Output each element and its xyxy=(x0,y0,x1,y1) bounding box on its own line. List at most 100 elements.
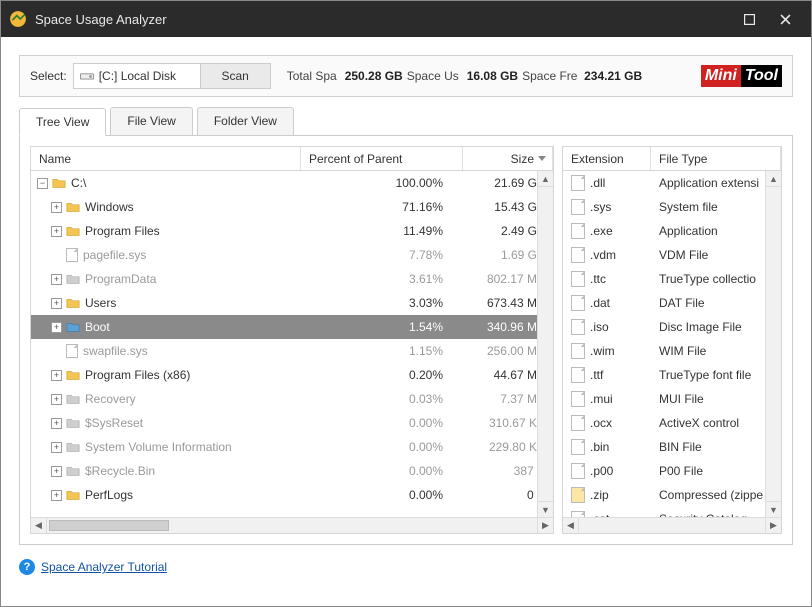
tree-row[interactable]: +Program Files11.49%2.49 GB xyxy=(31,219,553,243)
expander-icon[interactable]: + xyxy=(51,490,62,501)
ext-name: .vdm xyxy=(590,248,616,262)
scroll-down-icon[interactable]: ▼ xyxy=(538,501,553,517)
ext-vscroll[interactable]: ▲▼ xyxy=(765,171,781,517)
scroll-down-icon[interactable]: ▼ xyxy=(766,501,781,517)
tree-rows: −C:\100.00%21.69 GB+Windows71.16%15.43 G… xyxy=(31,171,553,517)
scroll-left-icon[interactable]: ◀ xyxy=(563,518,579,533)
tree-row[interactable]: pagefile.sys7.78%1.69 GB xyxy=(31,243,553,267)
tree-row[interactable]: +PerfLogs0.00%0 B xyxy=(31,483,553,507)
scan-button[interactable]: Scan xyxy=(201,63,271,89)
close-button[interactable] xyxy=(767,5,803,33)
app-icon xyxy=(9,10,27,28)
stat-free-value: 234.21 GB xyxy=(584,69,642,83)
expander-icon[interactable]: + xyxy=(51,226,62,237)
ext-row[interactable]: .catSecurity Catalog xyxy=(563,507,781,517)
ext-name: .bin xyxy=(590,440,609,454)
scroll-right-icon[interactable]: ▶ xyxy=(765,518,781,533)
ext-row[interactable]: .ttfTrueType font file xyxy=(563,363,781,387)
col-filetype[interactable]: File Type xyxy=(651,147,781,170)
tree-row[interactable]: +Users3.03%673.43 MB xyxy=(31,291,553,315)
item-percent: 0.00% xyxy=(409,488,443,502)
tabs: Tree View File View Folder View xyxy=(19,107,793,135)
scroll-left-icon[interactable]: ◀ xyxy=(31,518,47,533)
ext-row[interactable]: .zipCompressed (zippe xyxy=(563,483,781,507)
titlebar: Space Usage Analyzer xyxy=(1,1,811,37)
tree-row[interactable]: +$Recycle.Bin0.00%387 B xyxy=(31,459,553,483)
item-name: Windows xyxy=(85,200,134,214)
ext-hscroll[interactable]: ◀▶ xyxy=(563,517,781,533)
filetype-icon xyxy=(571,415,585,431)
drive-select[interactable]: [C:] Local Disk xyxy=(73,63,201,89)
tab-folder-view[interactable]: Folder View xyxy=(197,107,294,135)
folder-icon xyxy=(66,369,80,381)
filetype-icon xyxy=(571,487,585,503)
col-extension[interactable]: Extension xyxy=(563,147,651,170)
scroll-up-icon[interactable]: ▲ xyxy=(538,171,553,187)
ext-type: VDM File xyxy=(659,248,708,262)
window-title: Space Usage Analyzer xyxy=(35,12,731,27)
scroll-up-icon[interactable]: ▲ xyxy=(766,171,781,187)
help-icon[interactable]: ? xyxy=(19,559,35,575)
tree-row[interactable]: +ProgramData3.61%802.17 MB xyxy=(31,267,553,291)
tree-row[interactable]: swapfile.sys1.15%256.00 MB xyxy=(31,339,553,363)
ext-name: .dat xyxy=(590,296,610,310)
maximize-button[interactable] xyxy=(731,5,767,33)
filetype-icon xyxy=(571,295,585,311)
filetype-icon xyxy=(571,223,585,239)
ext-type: Application extensi xyxy=(659,176,759,190)
ext-row[interactable]: .vdm VDM File xyxy=(563,243,781,267)
expander-icon[interactable]: − xyxy=(37,178,48,189)
tab-tree-view[interactable]: Tree View xyxy=(19,108,106,136)
folder-icon xyxy=(66,225,80,237)
ext-name: .dll xyxy=(590,176,605,190)
expander-icon[interactable]: + xyxy=(51,418,62,429)
ext-rows: .dll Application extensi .sysSystem file.e… xyxy=(563,171,781,517)
ext-type: ActiveX control xyxy=(659,416,739,430)
ext-row[interactable]: .exeApplication xyxy=(563,219,781,243)
ext-row[interactable]: .wimWIM File xyxy=(563,339,781,363)
tree-row[interactable]: +System Volume Information0.00%229.80 KB xyxy=(31,435,553,459)
expander-icon[interactable]: + xyxy=(51,370,62,381)
tree-row[interactable]: +Program Files (x86)0.20%44.67 MB xyxy=(31,363,553,387)
filetype-icon xyxy=(571,199,585,215)
item-percent: 0.00% xyxy=(409,464,443,478)
expander-icon[interactable]: + xyxy=(51,274,62,285)
item-name: $SysReset xyxy=(85,416,143,430)
tree-row[interactable]: −C:\100.00%21.69 GB xyxy=(31,171,553,195)
expander-icon[interactable]: + xyxy=(51,442,62,453)
ext-row[interactable]: .muiMUI File xyxy=(563,387,781,411)
ext-type: Disc Image File xyxy=(659,320,742,334)
col-size[interactable]: Size xyxy=(463,147,553,170)
filetype-icon xyxy=(571,439,585,455)
ext-row[interactable]: .p00P00 File xyxy=(563,459,781,483)
tree-row[interactable]: +Windows71.16%15.43 GB xyxy=(31,195,553,219)
ext-row[interactable]: .ocxActiveX control xyxy=(563,411,781,435)
tree-hscroll[interactable]: ◀▶ xyxy=(31,517,553,533)
col-percent[interactable]: Percent of Parent xyxy=(301,147,463,170)
ext-row[interactable]: .binBIN File xyxy=(563,435,781,459)
ext-row[interactable]: .sysSystem file xyxy=(563,195,781,219)
scroll-right-icon[interactable]: ▶ xyxy=(537,518,553,533)
expander-icon[interactable]: + xyxy=(51,322,62,333)
col-name[interactable]: Name xyxy=(31,147,301,170)
ext-row[interactable]: .datDAT File xyxy=(563,291,781,315)
tab-file-view[interactable]: File View xyxy=(110,107,192,135)
ext-row[interactable]: .dll Application extensi xyxy=(563,171,781,195)
tree-row[interactable]: +$SysReset0.00%310.67 KB xyxy=(31,411,553,435)
item-name: Program Files (x86) xyxy=(85,368,190,382)
stat-used-value: 16.08 GB xyxy=(467,69,518,83)
tree-row[interactable]: +Boot1.54%340.96 MB xyxy=(31,315,553,339)
expander-icon[interactable]: + xyxy=(51,202,62,213)
expander-icon[interactable]: + xyxy=(51,466,62,477)
ext-row[interactable]: .isoDisc Image File xyxy=(563,315,781,339)
expander-icon[interactable]: + xyxy=(51,298,62,309)
expander-icon[interactable]: + xyxy=(51,394,62,405)
tree-vscroll[interactable]: ▲▼ xyxy=(537,171,553,517)
ext-row[interactable]: .ttcTrueType collectio xyxy=(563,267,781,291)
ext-type: Compressed (zippe xyxy=(659,488,763,502)
tutorial-link[interactable]: Space Analyzer Tutorial xyxy=(41,560,167,574)
tree-row[interactable]: +Recovery0.03%7.37 MB xyxy=(31,387,553,411)
select-label: Select: xyxy=(30,69,67,83)
folder-icon xyxy=(66,273,80,285)
scroll-thumb[interactable] xyxy=(49,520,169,531)
